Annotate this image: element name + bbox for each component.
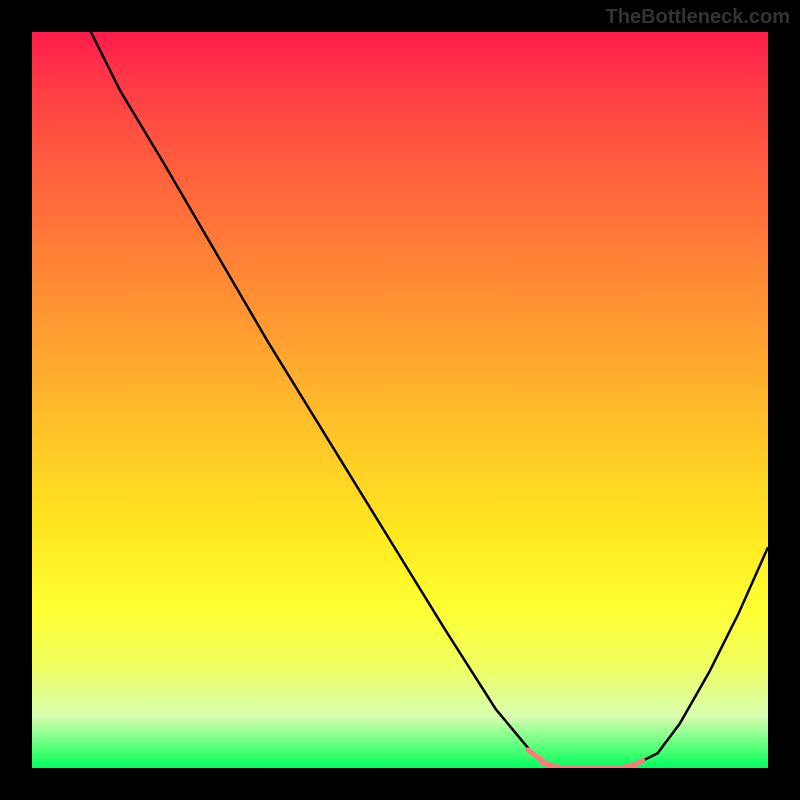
bottleneck-curve — [32, 32, 768, 768]
watermark-text: TheBottleneck.com — [606, 6, 790, 29]
highlight-dashes — [528, 750, 643, 768]
curve-path — [91, 32, 768, 768]
plot-area — [32, 32, 768, 768]
chart-container: TheBottleneck.com — [0, 0, 800, 800]
